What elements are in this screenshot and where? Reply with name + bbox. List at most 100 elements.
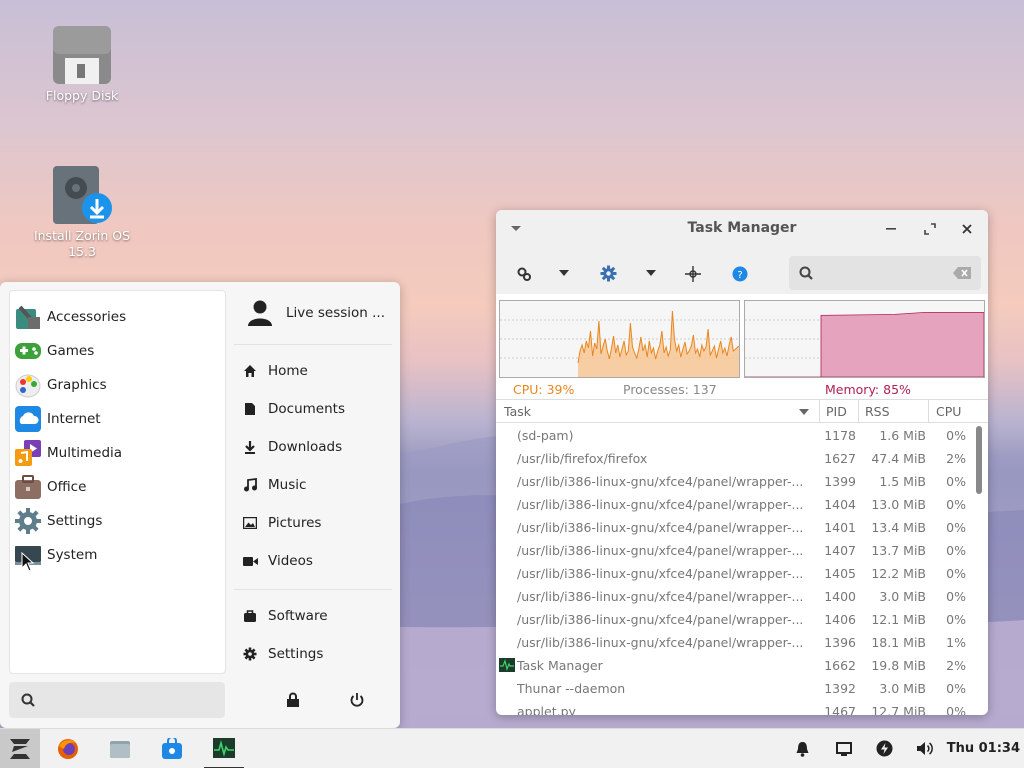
category-list: Accessories Games Graphics Internet Mult… xyxy=(9,290,226,674)
place-home[interactable]: Home xyxy=(242,356,392,386)
sort-chevron-down-icon[interactable] xyxy=(799,409,809,415)
task-search-input[interactable] xyxy=(789,256,981,290)
menu-search-input[interactable] xyxy=(9,682,225,718)
floppy-disk-icon xyxy=(53,26,111,84)
category-internet[interactable]: Internet xyxy=(14,403,220,435)
cpu-graph xyxy=(499,300,740,378)
place-documents[interactable]: Documents xyxy=(242,394,392,424)
start-menu: Accessories Games Graphics Internet Mult… xyxy=(0,282,400,728)
clear-icon[interactable] xyxy=(953,267,971,279)
place-videos[interactable]: Videos xyxy=(242,546,392,576)
place-label: Pictures xyxy=(268,515,322,531)
place-pictures[interactable]: Pictures xyxy=(242,508,392,538)
column-header-pid[interactable]: PID xyxy=(826,404,847,419)
desktop-icon-install[interactable]: Install Zorin OS 15.3 xyxy=(22,166,142,260)
cell-cpu: 0% xyxy=(946,428,966,443)
place-label: Videos xyxy=(268,553,313,569)
lock-icon xyxy=(287,692,299,707)
zorin-menu-button[interactable] xyxy=(0,729,40,768)
volume-icon[interactable] xyxy=(916,741,933,756)
table-row[interactable]: applet.py 1467 12.7 MiB 0% xyxy=(496,700,972,715)
lock-button[interactable] xyxy=(283,690,303,710)
place-music[interactable]: Music xyxy=(242,470,392,500)
help-icon[interactable]: ? xyxy=(732,266,748,282)
table-row[interactable]: /usr/lib/i386-linux-gnu/xfce4/panel/wrap… xyxy=(496,608,972,631)
table-row[interactable]: /usr/lib/i386-linux-gnu/xfce4/panel/wrap… xyxy=(496,539,972,562)
cell-rss: 13.0 MiB xyxy=(871,497,926,512)
category-accessories[interactable]: Accessories xyxy=(14,301,220,333)
power-status-icon[interactable] xyxy=(876,740,893,757)
table-scrollbar[interactable] xyxy=(976,426,982,494)
column-header-rss[interactable]: RSS xyxy=(865,404,890,419)
taskbar: Thu 01:34 xyxy=(0,728,1024,768)
category-system[interactable]: System xyxy=(14,539,220,571)
close-icon[interactable] xyxy=(962,224,972,234)
category-label: Settings xyxy=(47,513,103,529)
cell-task: applet.py xyxy=(517,704,576,715)
display-icon[interactable] xyxy=(836,742,852,756)
cell-rss: 19.8 MiB xyxy=(871,658,926,673)
cell-cpu: 0% xyxy=(946,704,966,715)
task-manager-icon xyxy=(499,658,515,672)
chevron-down-icon[interactable] xyxy=(646,270,656,276)
cell-task: Task Manager xyxy=(517,658,603,673)
table-row[interactable]: /usr/lib/i386-linux-gnu/xfce4/panel/wrap… xyxy=(496,470,972,493)
settings-gear-icon[interactable] xyxy=(600,265,617,282)
video-icon xyxy=(242,553,258,569)
chevron-down-icon[interactable] xyxy=(559,270,569,276)
office-icon xyxy=(14,473,42,501)
cell-cpu: 0% xyxy=(946,497,966,512)
place-label: Documents xyxy=(268,401,345,417)
software-store-button[interactable] xyxy=(152,729,192,768)
desktop-icon-floppy[interactable]: Floppy Disk xyxy=(22,26,142,104)
table-row[interactable]: /usr/lib/firefox/firefox 1627 47.4 MiB 2% xyxy=(496,447,972,470)
category-office[interactable]: Office xyxy=(14,471,220,503)
software-icon xyxy=(242,608,258,624)
table-row[interactable]: /usr/lib/i386-linux-gnu/xfce4/panel/wrap… xyxy=(496,493,972,516)
cpu-usage-label: CPU: 39% xyxy=(513,382,575,397)
table-row[interactable]: /usr/lib/i386-linux-gnu/xfce4/panel/wrap… xyxy=(496,585,972,608)
files-button[interactable] xyxy=(100,729,140,768)
table-row[interactable]: /usr/lib/i386-linux-gnu/xfce4/panel/wrap… xyxy=(496,631,972,654)
firefox-button[interactable] xyxy=(48,729,88,768)
power-button[interactable] xyxy=(347,690,367,710)
column-header-cpu[interactable]: CPU xyxy=(936,404,961,419)
table-row[interactable]: Thunar --daemon 1392 3.0 MiB 0% xyxy=(496,677,972,700)
processes-count-label: Processes: 137 xyxy=(623,382,717,397)
cell-rss: 13.4 MiB xyxy=(871,520,926,535)
app-settings[interactable]: Settings xyxy=(242,639,392,669)
category-games[interactable]: Games xyxy=(14,335,220,367)
menu-separator xyxy=(234,344,392,345)
task-manager-window: Task Manager ? CPU: 39% Processes: 137 M… xyxy=(496,210,988,715)
games-icon xyxy=(14,337,42,365)
cell-cpu: 0% xyxy=(946,589,966,604)
place-downloads[interactable]: Downloads xyxy=(242,432,392,462)
cell-rss: 3.0 MiB xyxy=(879,589,926,604)
maximize-icon[interactable] xyxy=(924,223,936,235)
process-actions-icon[interactable] xyxy=(516,266,532,282)
column-header-task[interactable]: Task xyxy=(504,404,531,419)
pictures-icon xyxy=(242,515,258,531)
cell-task: /usr/lib/i386-linux-gnu/xfce4/panel/wrap… xyxy=(517,612,804,627)
user-button[interactable]: Live session ... xyxy=(246,298,396,328)
table-row[interactable]: (sd-pam) 1178 1.6 MiB 0% xyxy=(496,424,972,447)
minimize-icon[interactable] xyxy=(886,228,896,231)
table-row[interactable]: Task Manager 1662 19.8 MiB 2% xyxy=(496,654,972,677)
cell-task: /usr/lib/i386-linux-gnu/xfce4/panel/wrap… xyxy=(517,474,804,489)
crosshair-icon[interactable] xyxy=(685,266,701,282)
table-row[interactable]: /usr/lib/i386-linux-gnu/xfce4/panel/wrap… xyxy=(496,562,972,585)
category-settings[interactable]: Settings xyxy=(14,505,220,537)
cell-pid: 1396 xyxy=(824,635,856,650)
clock[interactable]: Thu 01:34 xyxy=(947,741,1020,756)
app-software[interactable]: Software xyxy=(242,601,392,631)
task-manager-taskbar-button[interactable] xyxy=(204,729,244,768)
category-graphics[interactable]: Graphics xyxy=(14,369,220,401)
cell-task: /usr/lib/i386-linux-gnu/xfce4/panel/wrap… xyxy=(517,589,804,604)
notification-bell-icon[interactable] xyxy=(795,741,810,757)
user-avatar-icon xyxy=(246,299,274,327)
document-icon xyxy=(242,401,258,417)
cell-pid: 1178 xyxy=(824,428,856,443)
files-icon xyxy=(110,741,130,758)
category-multimedia[interactable]: Multimedia xyxy=(14,437,220,469)
table-row[interactable]: /usr/lib/i386-linux-gnu/xfce4/panel/wrap… xyxy=(496,516,972,539)
